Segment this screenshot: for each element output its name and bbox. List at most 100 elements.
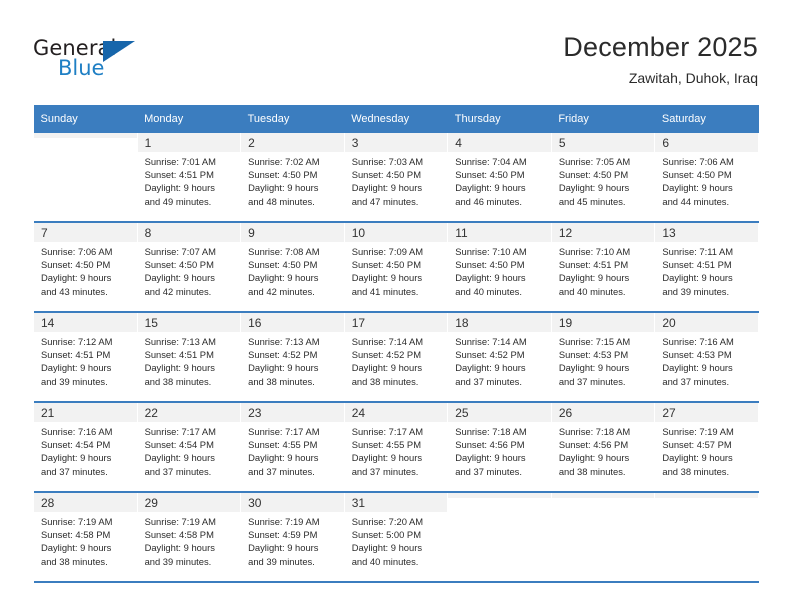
calendar-day-cell[interactable]: 25 Sunrise: 7:18 AM Sunset: 4:56 PM Dayligh…: [447, 403, 552, 491]
title-block: December 2025 Zawitah, Duhok, Iraq: [563, 30, 758, 88]
sunrise-text: Sunrise: 7:03 AM: [351, 156, 424, 167]
daylight-text-line1: Daylight: 9 hours: [351, 542, 423, 554]
calendar-day-cell[interactable]: 12 Sunrise: 7:10 AM Sunset: 4:51 PM Dayligh…: [550, 223, 656, 311]
calendar-day-cell[interactable]: 8 Sunrise: 7:07 AM Sunset: 4:50 PM Daylight…: [136, 223, 242, 311]
calendar-day-cell[interactable]: 23 Sunrise: 7:17 AM Sunset: 4:55 PM Dayligh…: [240, 403, 345, 491]
calendar-day-cell[interactable]: 19 Sunrise: 7:15 AM Sunset: 4:53 PM Dayligh…: [550, 313, 656, 401]
daylight-text-line2: and 37 minutes.: [144, 465, 212, 477]
calendar-week-row: 7 Sunrise: 7:06 AM Sunset: 4:50 PM Daylight…: [33, 223, 759, 311]
calendar-day-cell[interactable]: 21 Sunrise: 7:16 AM Sunset: 4:54 PM Dayligh…: [33, 403, 138, 491]
calendar-day-cell[interactable]: 24 Sunrise: 7:17 AM Sunset: 4:55 PM Dayligh…: [343, 403, 449, 491]
sunset-text: Sunset: 4:58 PM: [41, 529, 111, 541]
sunset-text: Sunset: 4:55 PM: [351, 439, 421, 451]
day-cell-inner: [34, 133, 137, 221]
sunset-text: Sunset: 5:00 PM: [351, 529, 421, 541]
calendar-day-cell[interactable]: 2 Sunrise: 7:02 AM Sunset: 4:50 PM Daylight…: [240, 133, 345, 221]
day-cell-inner: 23 Sunrise: 7:17 AM Sunset: 4:55 PM Dayligh…: [241, 403, 344, 491]
calendar-day-cell[interactable]: 11 Sunrise: 7:10 AM Sunset: 4:50 PM Dayligh…: [447, 223, 552, 311]
calendar-day-cell[interactable]: 1 Sunrise: 7:01 AM Sunset: 4:51 PM Daylight…: [136, 133, 242, 221]
sunset-text: Sunset: 4:50 PM: [248, 259, 318, 271]
day-number: 30: [241, 493, 344, 512]
calendar-day-cell[interactable]: 28 Sunrise: 7:19 AM Sunset: 4:58 PM Dayligh…: [33, 493, 138, 581]
day-detail: Sunrise: 7:04 AM Sunset: 4:50 PM Daylight:…: [448, 152, 551, 208]
sunrise-text: Sunrise: 7:12 AM: [41, 336, 113, 347]
day-detail: Sunrise: 7:03 AM Sunset: 4:50 PM Daylight:…: [344, 152, 448, 208]
daylight-text-line2: and 39 minutes.: [144, 555, 212, 567]
general-blue-logo[interactable]: General Blue: [33, 36, 163, 84]
daylight-text-line1: Daylight: 9 hours: [558, 362, 630, 374]
daylight-text-line1: Daylight: 9 hours: [455, 362, 526, 374]
daylight-text-line1: Daylight: 9 hours: [144, 272, 215, 284]
daylight-text-line2: and 37 minutes.: [558, 375, 626, 387]
calendar-day-cell[interactable]: 22 Sunrise: 7:17 AM Sunset: 4:54 PM Dayligh…: [136, 403, 242, 491]
day-number: 31: [344, 493, 448, 512]
daylight-text-line2: and 37 minutes.: [455, 465, 522, 477]
calendar-cell-empty: [447, 493, 552, 581]
day-detail: Sunrise: 7:09 AM Sunset: 4:50 PM Daylight:…: [344, 242, 448, 298]
sunset-text: Sunset: 4:59 PM: [248, 529, 318, 541]
calendar-day-cell[interactable]: 9 Sunrise: 7:08 AM Sunset: 4:50 PM Daylight…: [240, 223, 345, 311]
calendar-day-cell[interactable]: 14 Sunrise: 7:12 AM Sunset: 4:51 PM Dayligh…: [33, 313, 138, 401]
calendar-day-cell[interactable]: 31 Sunrise: 7:20 AM Sunset: 5:00 PM Dayligh…: [343, 493, 449, 581]
sunset-text: Sunset: 4:52 PM: [248, 349, 318, 361]
sunset-text: Sunset: 4:50 PM: [351, 259, 421, 271]
calendar-day-cell[interactable]: 16 Sunrise: 7:13 AM Sunset: 4:52 PM Dayligh…: [240, 313, 345, 401]
calendar-day-cell[interactable]: 29 Sunrise: 7:19 AM Sunset: 4:58 PM Dayligh…: [136, 493, 242, 581]
day-detail: Sunrise: 7:05 AM Sunset: 4:50 PM Daylight:…: [551, 152, 655, 208]
calendar-day-cell[interactable]: 27 Sunrise: 7:19 AM Sunset: 4:57 PM Dayligh…: [654, 403, 759, 491]
day-cell-inner: 10 Sunrise: 7:09 AM Sunset: 4:50 PM Dayligh…: [344, 223, 448, 311]
day-cell-inner: 21 Sunrise: 7:16 AM Sunset: 4:54 PM Dayligh…: [34, 403, 137, 491]
sunrise-text: Sunrise: 7:14 AM: [455, 336, 527, 347]
day-detail: Sunrise: 7:17 AM Sunset: 4:54 PM Daylight:…: [137, 422, 241, 478]
calendar-day-cell[interactable]: 15 Sunrise: 7:13 AM Sunset: 4:51 PM Dayligh…: [136, 313, 242, 401]
daylight-text-line1: Daylight: 9 hours: [351, 272, 423, 284]
day-detail: Sunrise: 7:16 AM Sunset: 4:54 PM Daylight:…: [34, 422, 137, 478]
day-detail: Sunrise: 7:13 AM Sunset: 4:51 PM Daylight:…: [137, 332, 241, 388]
calendar-day-cell[interactable]: 7 Sunrise: 7:06 AM Sunset: 4:50 PM Daylight…: [33, 223, 138, 311]
calendar-day-cell[interactable]: 17 Sunrise: 7:14 AM Sunset: 4:52 PM Dayligh…: [343, 313, 449, 401]
day-cell-inner: 31 Sunrise: 7:20 AM Sunset: 5:00 PM Dayligh…: [344, 493, 448, 581]
daylight-text-line2: and 40 minutes.: [558, 285, 626, 297]
day-number: 1: [137, 133, 241, 152]
calendar-day-cell[interactable]: 20 Sunrise: 7:16 AM Sunset: 4:53 PM Dayligh…: [654, 313, 759, 401]
calendar-day-cell[interactable]: 4 Sunrise: 7:04 AM Sunset: 4:50 PM Daylight…: [447, 133, 552, 221]
calendar-day-cell[interactable]: 26 Sunrise: 7:18 AM Sunset: 4:56 PM Dayligh…: [550, 403, 656, 491]
daylight-text-line2: and 38 minutes.: [558, 465, 626, 477]
daylight-text-line2: and 37 minutes.: [248, 465, 315, 477]
day-number: 4: [448, 133, 551, 152]
daylight-text-line1: Daylight: 9 hours: [248, 362, 319, 374]
day-number: 25: [448, 403, 551, 422]
daylight-text-line2: and 44 minutes.: [662, 195, 730, 207]
sunset-text: Sunset: 4:53 PM: [558, 349, 629, 361]
sunset-text: Sunset: 4:50 PM: [351, 169, 421, 181]
daylight-text-line2: and 39 minutes.: [248, 555, 315, 567]
day-number: 15: [137, 313, 241, 332]
logo-triangle-icon: [103, 41, 135, 62]
daylight-text-line1: Daylight: 9 hours: [248, 542, 319, 554]
sunset-text: Sunset: 4:57 PM: [662, 439, 732, 451]
sunset-text: Sunset: 4:51 PM: [144, 349, 214, 361]
sunset-text: Sunset: 4:54 PM: [144, 439, 214, 451]
day-number: 11: [448, 223, 551, 242]
calendar-week-row: 28 Sunrise: 7:19 AM Sunset: 4:58 PM Dayligh…: [33, 493, 759, 581]
calendar-day-cell[interactable]: 10 Sunrise: 7:09 AM Sunset: 4:50 PM Dayligh…: [343, 223, 449, 311]
calendar-day-cell[interactable]: 3 Sunrise: 7:03 AM Sunset: 4:50 PM Daylight…: [343, 133, 449, 221]
sunrise-text: Sunrise: 7:10 AM: [558, 246, 631, 257]
day-detail: Sunrise: 7:07 AM Sunset: 4:50 PM Daylight:…: [137, 242, 241, 298]
daylight-text-line1: Daylight: 9 hours: [351, 362, 423, 374]
calendar-day-cell[interactable]: 18 Sunrise: 7:14 AM Sunset: 4:52 PM Dayligh…: [447, 313, 552, 401]
calendar-day-cell[interactable]: 13 Sunrise: 7:11 AM Sunset: 4:51 PM Dayligh…: [654, 223, 759, 311]
calendar-day-cell[interactable]: 30 Sunrise: 7:19 AM Sunset: 4:59 PM Dayligh…: [240, 493, 345, 581]
calendar-body: 1 Sunrise: 7:01 AM Sunset: 4:51 PM Daylight…: [33, 133, 759, 583]
day-number: 14: [34, 313, 137, 332]
calendar-day-cell[interactable]: 6 Sunrise: 7:06 AM Sunset: 4:50 PM Daylight…: [654, 133, 759, 221]
sunset-text: Sunset: 4:56 PM: [455, 439, 525, 451]
day-cell-inner: 4 Sunrise: 7:04 AM Sunset: 4:50 PM Daylight…: [448, 133, 551, 221]
sunrise-text: Sunrise: 7:16 AM: [41, 426, 113, 437]
weekday-header-row: Sunday Monday Tuesday Wednesday Thursday…: [33, 105, 759, 133]
day-cell-inner: 9 Sunrise: 7:08 AM Sunset: 4:50 PM Daylight…: [241, 223, 344, 311]
day-cell-inner: 22 Sunrise: 7:17 AM Sunset: 4:54 PM Dayligh…: [137, 403, 241, 491]
sunset-text: Sunset: 4:51 PM: [144, 169, 214, 181]
calendar-day-cell[interactable]: 5 Sunrise: 7:05 AM Sunset: 4:50 PM Daylight…: [550, 133, 656, 221]
daylight-text-line1: Daylight: 9 hours: [455, 182, 526, 194]
